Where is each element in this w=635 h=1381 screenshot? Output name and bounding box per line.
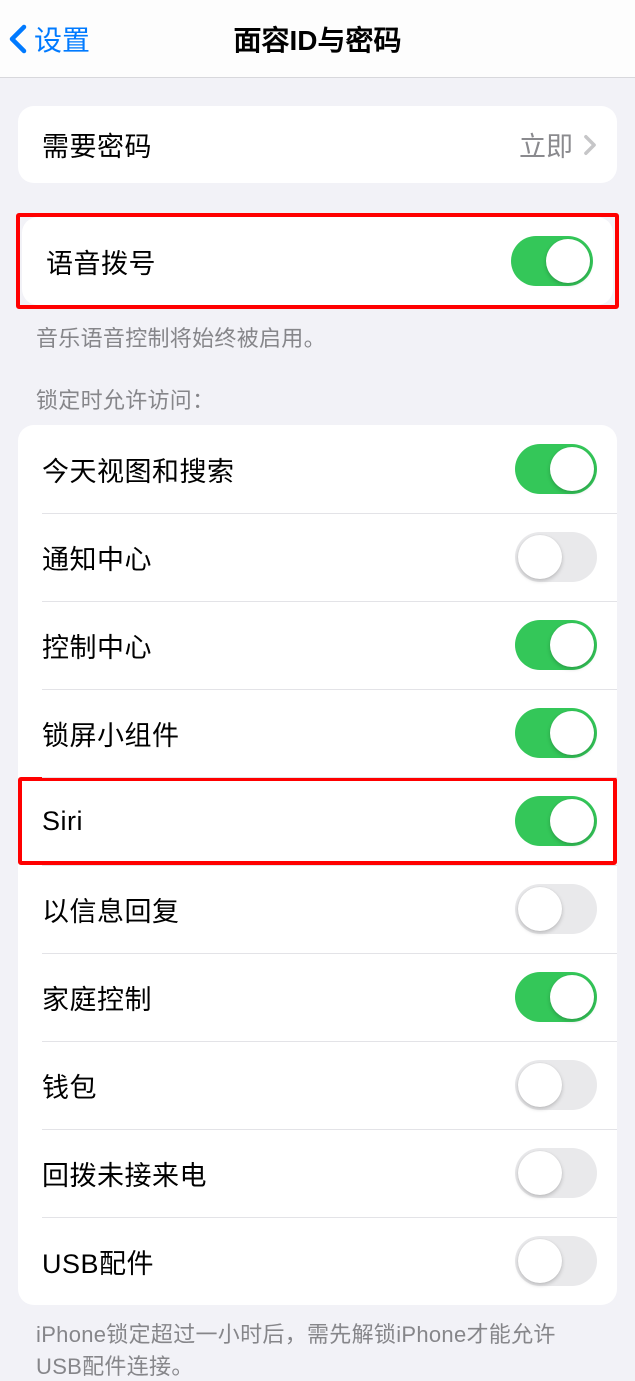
row-usb-accessories[interactable]: USB配件: [18, 1217, 617, 1305]
row-lock-widgets[interactable]: 锁屏小组件: [18, 689, 617, 777]
row-control-center[interactable]: 控制中心: [18, 601, 617, 689]
usb-accessories-label: USB配件: [42, 1242, 154, 1281]
row-require-passcode[interactable]: 需要密码 立即: [18, 106, 617, 183]
row-reply-message[interactable]: 以信息回复: [18, 865, 617, 953]
row-notification-center[interactable]: 通知中心: [18, 513, 617, 601]
today-view-label: 今天视图和搜索: [42, 450, 235, 489]
home-control-label: 家庭控制: [42, 978, 152, 1017]
chevron-right-icon: [583, 134, 597, 156]
today-view-toggle[interactable]: [515, 444, 597, 494]
home-control-toggle[interactable]: [515, 972, 597, 1022]
row-wallet[interactable]: 钱包: [18, 1041, 617, 1129]
row-voice-dial[interactable]: 语音拨号: [22, 217, 613, 305]
row-return-calls[interactable]: 回拨未接来电: [18, 1129, 617, 1217]
reply-message-label: 以信息回复: [42, 890, 180, 929]
lock-widgets-toggle[interactable]: [515, 708, 597, 758]
control-center-label: 控制中心: [42, 626, 152, 665]
wallet-label: 钱包: [42, 1066, 97, 1105]
chevron-left-icon: [8, 24, 28, 54]
back-button[interactable]: 设置: [8, 19, 90, 59]
lock-widgets-label: 锁屏小组件: [42, 714, 180, 753]
siri-label: Siri: [42, 806, 83, 837]
page-title: 面容ID与密码: [0, 19, 635, 59]
voice-dial-footer: 音乐语音控制将始终被启用。: [36, 321, 599, 353]
siri-toggle[interactable]: [515, 796, 597, 846]
voice-dial-toggle[interactable]: [511, 236, 593, 286]
row-siri[interactable]: Siri: [18, 777, 617, 865]
wallet-toggle[interactable]: [515, 1060, 597, 1110]
navigation-bar: 设置 面容ID与密码: [0, 0, 635, 78]
row-home-control[interactable]: 家庭控制: [18, 953, 617, 1041]
back-label: 设置: [34, 19, 90, 59]
require-passcode-label: 需要密码: [42, 125, 152, 164]
usb-accessories-toggle[interactable]: [515, 1236, 597, 1286]
lock-access-footer: iPhone锁定超过一小时后，需先解锁iPhone才能允许USB配件连接。: [36, 1317, 599, 1381]
group-require-passcode: 需要密码 立即: [18, 106, 617, 183]
group-lock-access: 今天视图和搜索 通知中心 控制中心 锁屏小组件 Siri 以信息回复 家庭控制: [18, 425, 617, 1305]
return-calls-label: 回拨未接来电: [42, 1154, 207, 1193]
return-calls-toggle[interactable]: [515, 1148, 597, 1198]
notification-center-label: 通知中心: [42, 538, 152, 577]
voice-dial-label: 语音拨号: [46, 242, 156, 281]
highlight-voice-dial: 语音拨号: [16, 213, 619, 309]
control-center-toggle[interactable]: [515, 620, 597, 670]
group-voice-dial: 语音拨号: [22, 217, 613, 305]
reply-message-toggle[interactable]: [515, 884, 597, 934]
require-passcode-value: 立即: [519, 125, 573, 164]
notification-center-toggle[interactable]: [515, 532, 597, 582]
row-today-view[interactable]: 今天视图和搜索: [18, 425, 617, 513]
lock-access-header: 锁定时允许访问：: [36, 383, 599, 415]
